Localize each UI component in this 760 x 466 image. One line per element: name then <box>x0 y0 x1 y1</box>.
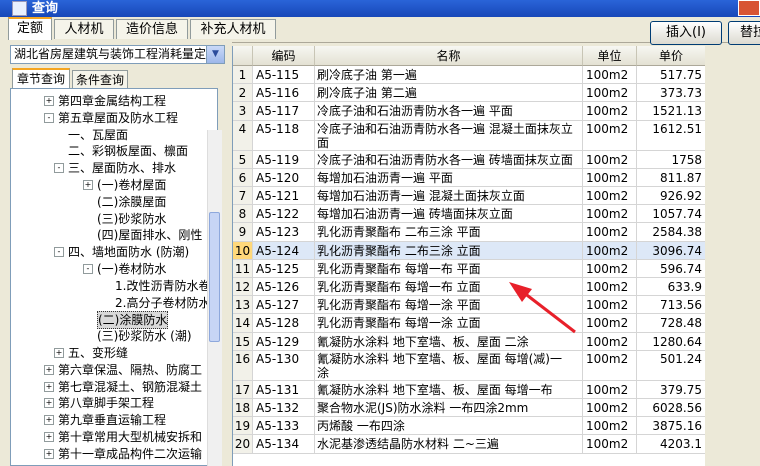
quota-select-value: 湖北省房屋建筑与装饰工程消耗量定 <box>14 47 207 61</box>
tree-node[interactable]: 五、变形缝 <box>68 345 128 361</box>
collapse-icon[interactable]: - <box>83 264 93 274</box>
annotation-arrow <box>509 282 576 334</box>
tab-price-info[interactable]: 造价信息 <box>116 19 188 39</box>
expand-icon[interactable]: + <box>44 398 54 409</box>
collapse-icon[interactable]: - <box>44 112 54 123</box>
tree-node[interactable]: 2.高分子卷材防水 <box>115 295 210 311</box>
title-bar: 查询 <box>0 0 760 17</box>
tree-node[interactable]: (一)卷材屋面 <box>97 177 166 193</box>
tree-node[interactable]: (四)屋面排水、刚性 <box>97 227 202 243</box>
expand-icon[interactable]: + <box>44 448 54 459</box>
tree-node[interactable]: 第八章脚手架工程 <box>58 395 154 411</box>
tree-node[interactable]: (三)砂浆防水 (潮) <box>97 328 192 344</box>
window-icon <box>12 1 27 16</box>
right-panel-fragment <box>705 46 760 466</box>
tree-node[interactable]: (三)砂浆防水 <box>97 211 166 227</box>
tree-scrollbar-thumb[interactable] <box>209 212 220 342</box>
expand-icon[interactable]: + <box>44 415 54 426</box>
collapse-icon[interactable]: - <box>54 247 64 258</box>
tree-node[interactable]: 第十章常用大型机械安拆和 <box>58 429 202 445</box>
quota-table: 编码 名称 单位 单价 1 A5-115 刷冷底子油 第一遍 100m2 517.75 2… <box>232 46 706 466</box>
collapse-icon[interactable]: - <box>54 163 64 174</box>
expand-icon[interactable]: + <box>44 364 54 375</box>
tree-node[interactable]: 1.改性沥青防水卷 <box>115 278 210 294</box>
left-panel: 湖北省房屋建筑与装饰工程消耗量定 ▼ 章节查询 条件查询 + 第四章金属结构工程 -… <box>0 42 232 466</box>
tab-chapter-query[interactable]: 章节查询 <box>12 68 70 89</box>
tree-node[interactable]: 四、墙地面防水 (防潮) <box>68 244 189 260</box>
tree-node[interactable]: 第十一章成品构件二次运输 <box>58 446 202 462</box>
tab-labor-material[interactable]: 人材机 <box>54 19 114 39</box>
tree-node[interactable]: 第五章屋面及防水工程 <box>58 110 178 126</box>
expand-icon[interactable]: + <box>44 381 54 392</box>
tree-node[interactable]: 第九章垂直运输工程 <box>58 412 166 428</box>
quota-select[interactable]: 湖北省房屋建筑与装饰工程消耗量定 ▼ <box>10 45 225 64</box>
expand-icon[interactable]: + <box>44 96 54 106</box>
chevron-down-icon[interactable]: ▼ <box>206 46 224 63</box>
tab-condition-query[interactable]: 条件查询 <box>72 70 128 88</box>
expand-icon[interactable]: + <box>44 432 54 442</box>
tree-node[interactable]: 一、瓦屋面 <box>68 127 128 143</box>
tree-node[interactable]: 二、彩钢板屋面、檩面 <box>68 143 188 159</box>
tree-node[interactable]: (一)卷材防水 <box>97 261 166 277</box>
expand-icon[interactable]: + <box>54 348 64 358</box>
tab-quota[interactable]: 定额 <box>8 17 52 40</box>
tree-node[interactable]: 第四章金属结构工程 <box>58 93 166 109</box>
close-button[interactable] <box>738 0 760 16</box>
tree-node[interactable]: 三、屋面防水、排水 <box>68 160 176 176</box>
tab-supplement[interactable]: 补充人材机 <box>190 19 276 39</box>
expand-icon[interactable]: + <box>83 180 93 190</box>
tree-node[interactable]: (二)涂膜屋面 <box>97 194 166 210</box>
tree-node[interactable]: 第七章混凝土、钢筋混凝土 <box>58 379 202 395</box>
chapter-tree: + 第四章金属结构工程 - 第五章屋面及防水工程 一、瓦屋面 二、彩钢板屋面、檩面 - 三、屋… <box>10 88 218 466</box>
tree-node[interactable]: (二)涂膜防水 <box>97 311 169 330</box>
window-title: 查询 <box>32 1 59 16</box>
replace-button[interactable]: 替拉 <box>728 21 760 45</box>
insert-button[interactable]: 插入(I) <box>650 21 722 45</box>
tree-node[interactable]: 第六章保温、隔热、防腐工 <box>58 362 202 378</box>
main-tabbar: 定额 人材机 造价信息 补充人材机 <box>0 17 760 43</box>
